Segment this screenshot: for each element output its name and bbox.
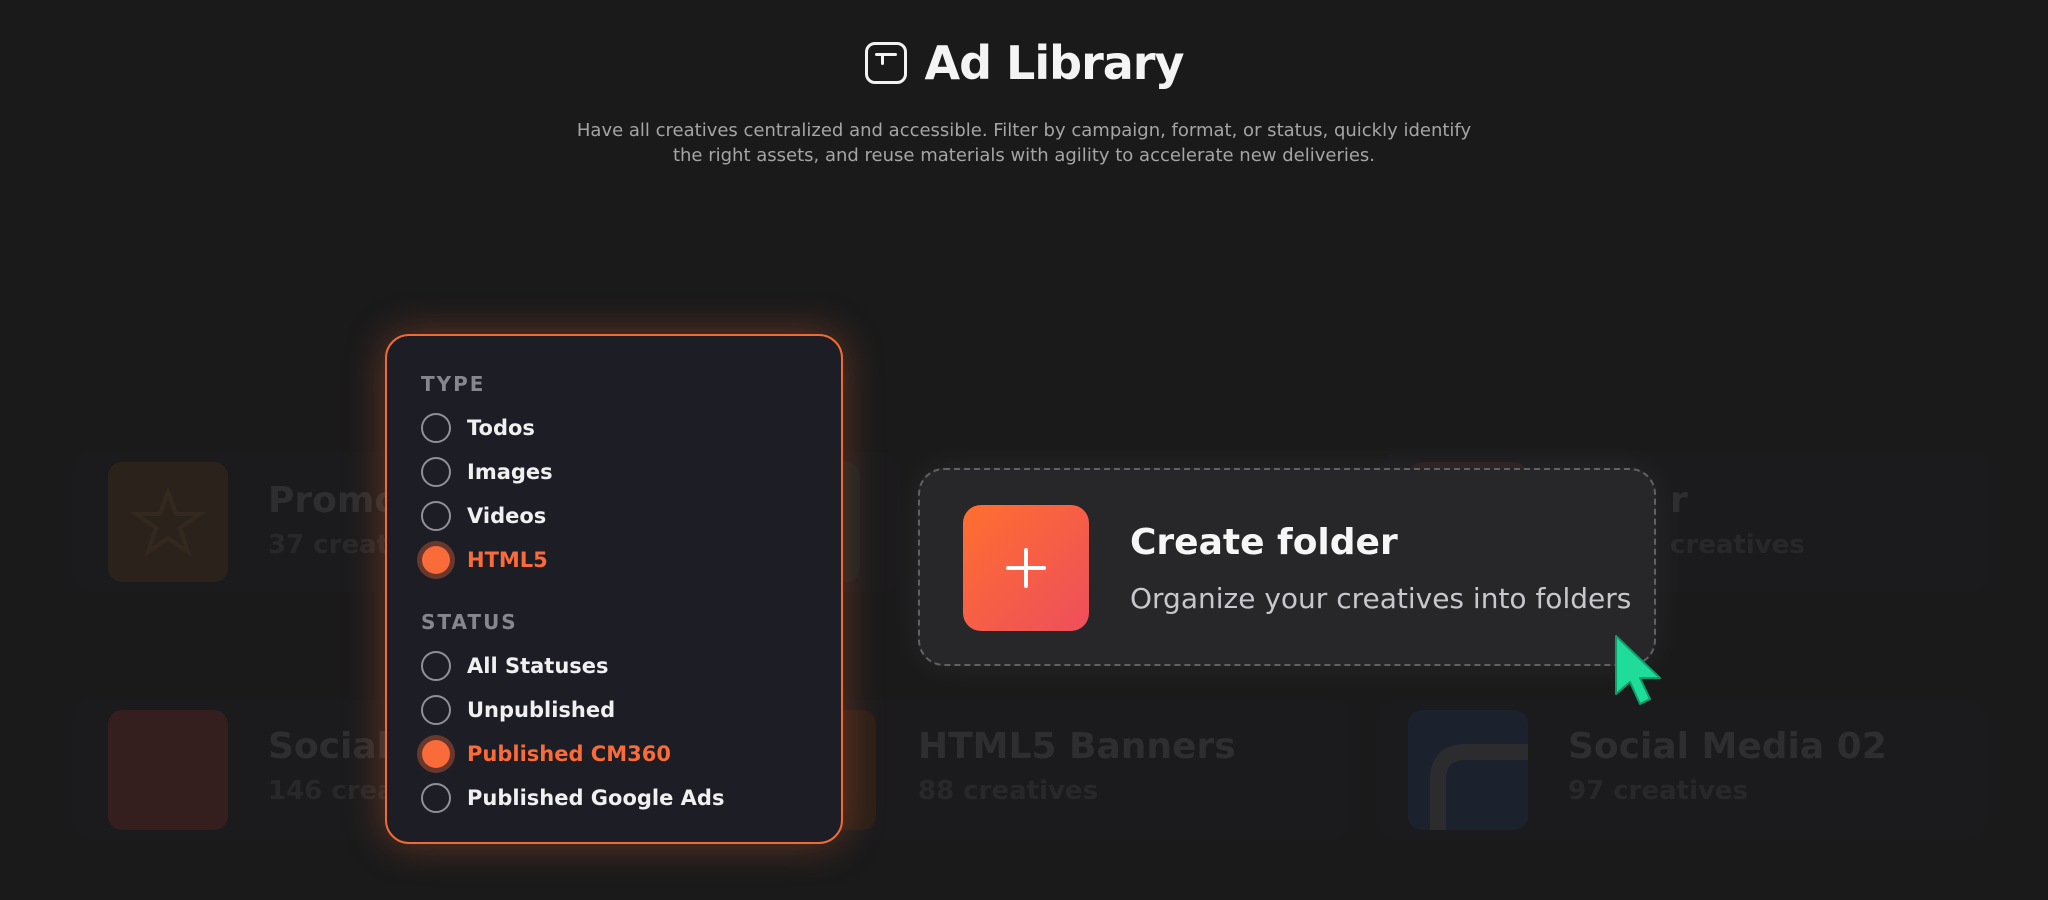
filter-panel: TYPE Todos Images Videos HTML5 STATUS Al… <box>385 334 843 844</box>
folder-name: HTML5 Banners <box>918 726 1236 767</box>
type-option-todos[interactable]: Todos <box>421 406 841 450</box>
folder-thumbnail <box>1408 710 1528 830</box>
radio-icon[interactable] <box>421 413 451 443</box>
type-option-images[interactable]: Images <box>421 450 841 494</box>
radio-icon[interactable] <box>421 501 451 531</box>
option-label: Unpublished <box>467 698 616 722</box>
page-title: Ad Library <box>924 36 1185 90</box>
folder-count: 97 creatives <box>1568 776 1749 806</box>
option-label: Videos <box>467 504 547 528</box>
star-icon <box>129 486 207 558</box>
page-subtitle: Have all creatives centralized and acces… <box>576 120 1472 166</box>
folder-count: 88 creatives <box>918 776 1099 806</box>
folder-name: r <box>1670 480 1688 521</box>
status-option-google-ads[interactable]: Published Google Ads <box>421 776 841 820</box>
radio-icon[interactable] <box>421 651 451 681</box>
folder-count: creatives <box>1670 530 1805 560</box>
option-label: Published CM360 <box>467 742 671 766</box>
type-options: Todos Images Videos HTML5 <box>421 406 841 582</box>
create-folder-button[interactable] <box>963 505 1089 631</box>
type-section-label: TYPE <box>421 372 486 396</box>
option-label: Images <box>467 460 553 484</box>
create-folder-description: Organize your creatives into folders <box>1130 582 1632 615</box>
folder-thumbnail <box>108 462 228 582</box>
type-option-html5[interactable]: HTML5 <box>421 538 841 582</box>
create-folder-title: Create folder <box>1130 522 1398 563</box>
status-section-label: STATUS <box>421 610 518 634</box>
folder-thumbnail <box>108 710 228 830</box>
folder-graphic-icon <box>1430 744 1528 830</box>
folder-name: Promo <box>268 480 400 521</box>
status-options: All Statuses Unpublished Published CM360… <box>421 644 841 820</box>
folder-card-social-media-02[interactable]: Social Media 02 97 creatives <box>1376 700 1986 840</box>
radio-checked-icon[interactable] <box>422 546 450 574</box>
status-option-unpublished[interactable]: Unpublished <box>421 688 841 732</box>
radio-icon[interactable] <box>421 695 451 725</box>
type-option-videos[interactable]: Videos <box>421 494 841 538</box>
radio-icon[interactable] <box>421 457 451 487</box>
folder-name: Social Media 02 <box>1568 726 1887 767</box>
status-option-all[interactable]: All Statuses <box>421 644 841 688</box>
page-header: Ad Library <box>0 36 2048 90</box>
status-option-cm360[interactable]: Published CM360 <box>421 732 841 776</box>
create-folder-card[interactable]: Create folder Organize your creatives in… <box>918 468 1656 666</box>
option-label: All Statuses <box>467 654 609 678</box>
mouse-cursor-icon <box>1615 635 1661 705</box>
option-label: Todos <box>467 416 535 440</box>
option-label: HTML5 <box>467 548 548 572</box>
radio-checked-icon[interactable] <box>422 740 450 768</box>
ad-library-logo-icon <box>864 42 907 84</box>
radio-icon[interactable] <box>421 783 451 813</box>
option-label: Published Google Ads <box>467 786 725 810</box>
